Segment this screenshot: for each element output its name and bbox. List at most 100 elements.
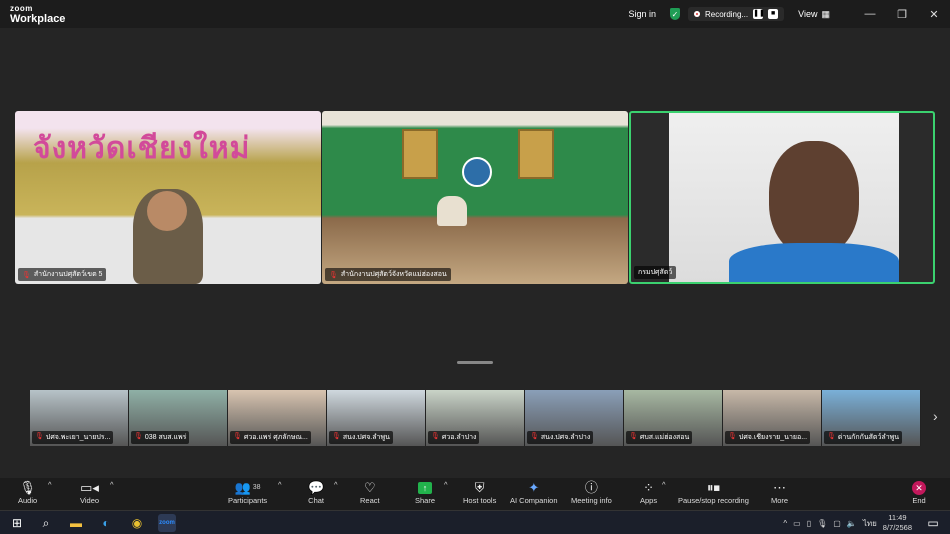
chrome-browser-icon[interactable]: ◉ <box>128 514 146 532</box>
video-tile[interactable]: จังหวัดเชียงใหม่ 🎙 สำนักงานปศุสัตว์เขต 5 <box>15 111 321 284</box>
chat-icon: 💬 <box>308 480 325 495</box>
participant-thumbnail[interactable]: 🎙 สนง.ปศจ.ลำปาง <box>525 390 624 446</box>
clock[interactable]: 11:49 8/7/2568 <box>883 513 912 533</box>
apps-button[interactable]: ⁘ Apps <box>640 480 657 505</box>
file-explorer-icon[interactable]: ▬ <box>67 514 85 532</box>
language-indicator[interactable]: ไทย <box>863 517 877 530</box>
apps-options-caret[interactable]: ^ <box>662 480 666 489</box>
mic-muted-icon: 🎙 <box>827 433 836 440</box>
participant-thumbnail[interactable]: 🎙 ปศจ.พะเยา_นายปร... <box>30 390 129 446</box>
thumbnail-strip: 🎙 ปศจ.พะเยา_นายปร... 🎙 038 สบส.แพร่ 🎙 ศวอ.แพร… <box>30 390 921 446</box>
edge-browser-icon[interactable]: ◐ <box>97 514 115 532</box>
clock-date: 8/7/2568 <box>882 523 912 532</box>
share-options-caret[interactable]: ^ <box>444 480 448 489</box>
participant-video <box>437 196 467 226</box>
shield-icon: ⛨ <box>474 480 485 495</box>
participant-thumbnail[interactable]: 🎙 ศวอ.ลำปาง <box>426 390 525 446</box>
mic-muted-icon: 🎙 <box>332 433 341 440</box>
participant-face <box>147 191 187 231</box>
participant-thumbnail[interactable]: 🎙 038 สบส.แพร่ <box>129 390 228 446</box>
thumbnail-label: 🎙 ศวอ.ลำปาง <box>428 431 480 444</box>
minimize-icon[interactable]: — <box>854 8 886 20</box>
chat-button[interactable]: 💬 Chat <box>308 480 324 505</box>
thumbnail-name: 038 สบส.แพร่ <box>144 434 187 441</box>
chat-options-caret[interactable]: ^ <box>334 480 338 489</box>
signin-button[interactable]: Sign in <box>628 9 656 19</box>
chat-label: Chat <box>308 496 325 505</box>
video-tile[interactable]: 🎙 สำนักงานปศุสัตว์จังหวัดแม่ฮ่องสอน <box>322 111 628 284</box>
apps-label: Apps <box>640 496 658 505</box>
participant-thumbnail[interactable]: 🎙 ศบส.แม่ฮ่องสอน <box>624 390 723 446</box>
react-label: React <box>360 496 380 505</box>
search-icon[interactable]: ⌕ <box>37 514 55 532</box>
mic-muted-icon: 🎙 <box>35 433 44 440</box>
meeting-info-button[interactable]: ⓘ Meeting info <box>571 480 612 505</box>
portrait-frame <box>402 129 438 179</box>
windows-taskbar: ⊞ ⌕ ▬ ◐ ◉ zoom ^ ▭ ▯ 🎙 ▢ 🔈 ไทย 11:49 8/7… <box>0 510 950 534</box>
mic-muted-icon: 🎙 <box>22 271 31 279</box>
view-button[interactable]: View ▦ <box>798 9 830 20</box>
mic-tray-icon[interactable]: 🎙 <box>817 519 827 528</box>
ai-companion-button[interactable]: ✦ AI Companion <box>510 480 558 505</box>
tile-name: สำนักงานปศุสัตว์เขต 5 <box>33 271 103 278</box>
end-button[interactable]: ✕ End <box>912 480 926 505</box>
video-options-caret[interactable]: ^ <box>110 480 114 489</box>
thumbnail-name: สนง.ปศจ.ลำพูน <box>342 434 390 441</box>
camera-tray-icon[interactable]: ▭ <box>793 519 801 528</box>
audio-button[interactable]: 🎙 Audio <box>18 480 37 505</box>
react-button[interactable]: ♡ React <box>360 480 380 505</box>
thumbnail-name: ศวอ.แพร่ ศุภลักษณ... <box>243 434 308 441</box>
next-page-icon[interactable]: › <box>933 408 938 424</box>
thumbnail-label: 🎙 ศบส.แม่ฮ่องสอน <box>626 431 693 444</box>
thumbnail-name: ด่านกักกันสัตว์ลำพูน <box>837 434 900 441</box>
pause-recording-label: Pause/stop recording <box>678 496 749 505</box>
participants-options-caret[interactable]: ^ <box>278 480 282 489</box>
participant-thumbnail[interactable]: 🎙 ด่านกักกันสัตว์ลำพูน <box>822 390 921 446</box>
end-call-icon: ✕ <box>912 481 926 495</box>
stop-recording-icon[interactable]: ■ <box>768 9 779 19</box>
share-label: Share <box>415 496 436 505</box>
windows-start-icon[interactable]: ⊞ <box>8 514 26 532</box>
recording-indicator: Recording... ❚❚ ■ <box>687 7 785 21</box>
network-icon[interactable]: ▢ <box>833 519 841 528</box>
share-button[interactable]: ↑ Share <box>415 480 435 505</box>
tray-chevron-icon[interactable]: ^ <box>783 519 787 528</box>
maximize-icon[interactable]: ❐ <box>886 8 918 21</box>
thumbnail-label: 🎙 สนง.ปศจ.ลำพูน <box>329 431 393 444</box>
participants-button[interactable]: 👥 38 Participants <box>228 480 267 505</box>
tile-label: 🎙 สำนักงานปศุสัตว์เขต 5 <box>18 268 107 281</box>
mic-muted-icon: 🎙 <box>530 433 539 440</box>
speaker-icon[interactable]: 🔈 <box>847 519 857 528</box>
heart-icon: ♡ <box>363 480 376 495</box>
zoom-taskbar-icon[interactable]: zoom <box>158 514 176 532</box>
recording-label: Recording... <box>704 9 749 19</box>
grid-icon: ▦ <box>821 8 830 19</box>
thumbnail-label: 🎙 ศวอ.แพร่ ศุภลักษณ... <box>230 431 311 444</box>
active-speaker-tile[interactable]: กรมปศุสัตว์ <box>629 111 935 284</box>
banner-text: จังหวัดเชียงใหม่ <box>33 131 251 166</box>
more-button[interactable]: ⋯ More <box>771 480 788 505</box>
audio-options-caret[interactable]: ^ <box>48 480 52 489</box>
participant-thumbnail[interactable]: 🎙 ปศจ.เชียงราย_นายอ... <box>723 390 822 446</box>
participants-count: 38 <box>252 484 261 491</box>
close-icon[interactable]: ✕ <box>918 8 950 21</box>
mic-muted-icon: 🎙 <box>134 433 143 440</box>
pause-recording-button[interactable]: ⏸⏹ Pause/stop recording <box>678 480 749 505</box>
battery-icon[interactable]: ▯ <box>807 519 811 528</box>
portrait-frame <box>518 129 554 179</box>
resize-handle[interactable] <box>457 361 493 364</box>
view-label: View <box>798 9 818 19</box>
zoom-logo: zoom Workplace <box>10 4 65 25</box>
tile-name: กรมปศุสัตว์ <box>638 269 673 276</box>
participant-thumbnail[interactable]: 🎙 ศวอ.แพร่ ศุภลักษณ... <box>228 390 327 446</box>
pause-recording-icon[interactable]: ❚❚ <box>753 9 765 19</box>
thumbnail-label: 🎙 ปศจ.พะเยา_นายปร... <box>32 431 114 444</box>
video-button[interactable]: ▭◂ Video <box>80 480 99 505</box>
encryption-shield-icon[interactable]: ✓ <box>669 8 680 20</box>
participant-camera <box>669 113 899 282</box>
tile-label: กรมปศุสัตว์ <box>634 266 677 279</box>
notification-icon[interactable]: ▭ <box>924 514 942 532</box>
participant-thumbnail[interactable]: 🎙 สนง.ปศจ.ลำพูน <box>327 390 426 446</box>
host-tools-button[interactable]: ⛨ Host tools <box>463 480 496 505</box>
thumbnail-name: ศบส.แม่ฮ่องสอน <box>639 434 690 441</box>
